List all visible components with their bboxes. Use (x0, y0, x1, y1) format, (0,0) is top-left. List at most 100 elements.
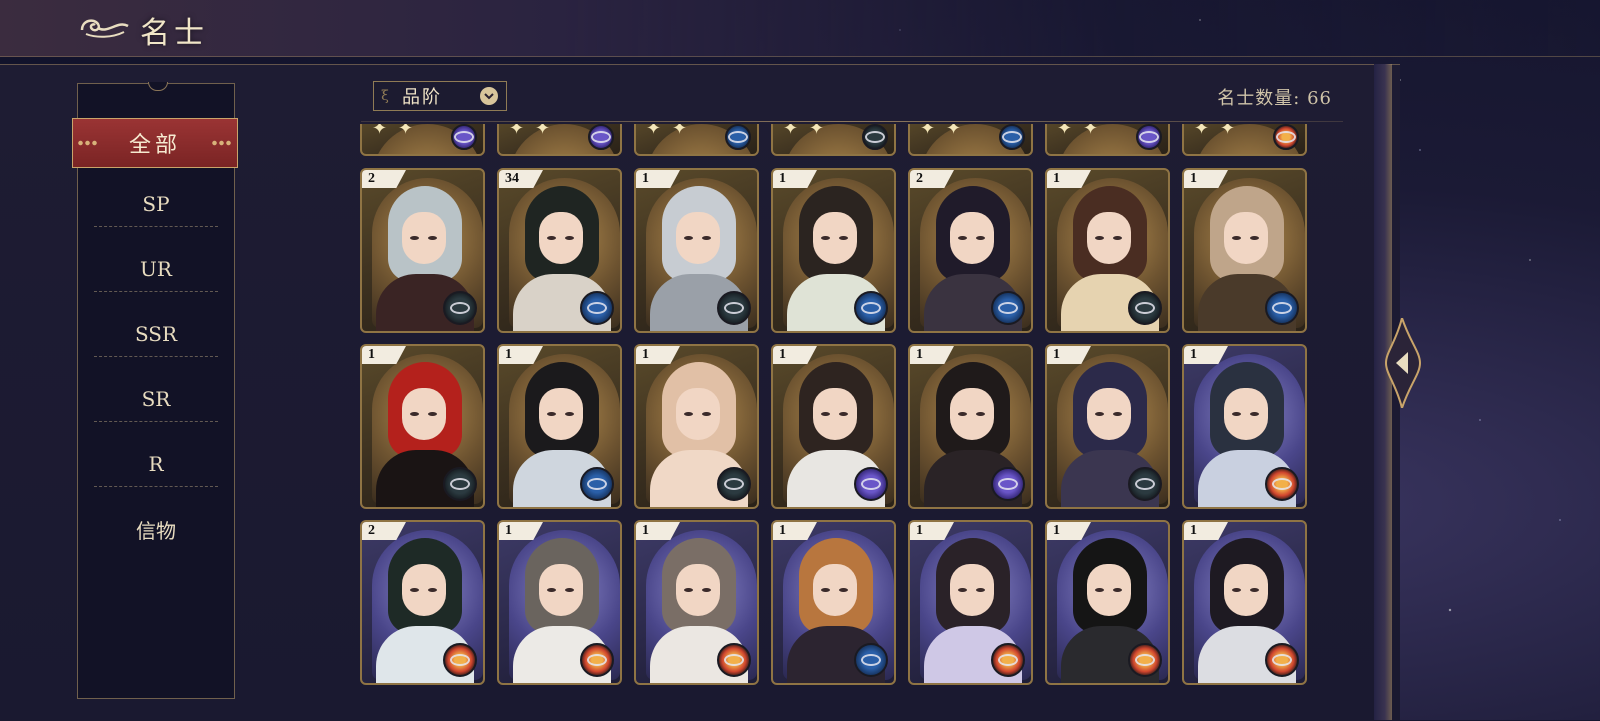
character-card[interactable]: ✦ ✦ (771, 124, 896, 156)
character-face (539, 388, 583, 440)
character-card[interactable]: 34 (497, 168, 622, 333)
orbit-ring-icon (724, 478, 744, 490)
character-eye (958, 412, 967, 416)
faction-orange-icon (443, 643, 477, 677)
dots-ornament (77, 140, 99, 146)
character-card[interactable]: 1 (1182, 520, 1307, 685)
character-face (950, 212, 994, 264)
sidebar-item-sr[interactable]: SR (94, 377, 218, 422)
character-eye (565, 588, 574, 592)
character-eye (1232, 588, 1241, 592)
character-card[interactable]: 1 (1045, 520, 1170, 685)
sparkle-icon: ✦ (809, 124, 825, 139)
orbit-ring-icon (450, 654, 470, 666)
character-card[interactable]: 1 (771, 168, 896, 333)
character-card[interactable]: ✦ ✦ (360, 124, 485, 156)
sparkle-icon: ✦ (1057, 124, 1073, 139)
character-face (676, 564, 720, 616)
character-face (950, 564, 994, 616)
character-card[interactable]: ✦ ✦ (1182, 124, 1307, 156)
title-bar: 名士 (0, 0, 1600, 57)
character-card[interactable]: 2 (360, 520, 485, 685)
faction-purple-icon (451, 124, 477, 150)
faction-silver-icon (1128, 291, 1162, 325)
character-card[interactable]: 1 (908, 344, 1033, 509)
faction-orange-icon (1265, 467, 1299, 501)
character-eye (428, 236, 437, 240)
character-card[interactable]: 1 (497, 520, 622, 685)
character-face (1224, 564, 1268, 616)
faction-purple-icon (588, 124, 614, 150)
orbit-ring-icon (998, 654, 1018, 666)
sidebar-item-sp[interactable]: SP (94, 182, 218, 227)
cloud-swirl-icon (80, 19, 129, 38)
character-card[interactable]: 1 (634, 344, 759, 509)
character-card[interactable]: 2 (360, 168, 485, 333)
character-card[interactable]: 1 (1045, 344, 1170, 509)
faction-orange-icon (1128, 643, 1162, 677)
chevron-down-icon (480, 87, 498, 105)
character-eye (1250, 588, 1259, 592)
rarity-filter-dropdown[interactable]: ξ 品阶 (373, 81, 507, 111)
sidebar-item-tokens[interactable]: 信物 (94, 507, 218, 551)
faction-orange-icon (1273, 124, 1299, 150)
character-eye (410, 236, 419, 240)
sparkle-icon: ✦ (920, 124, 936, 139)
orbit-ring-icon (1002, 131, 1022, 143)
faction-orange-icon (717, 643, 751, 677)
character-eye (1232, 236, 1241, 240)
sidebar-item-ur[interactable]: UR (94, 247, 218, 292)
faction-blue-icon (854, 643, 888, 677)
orbit-ring-icon (861, 654, 881, 666)
character-face (813, 212, 857, 264)
faction-silver-icon (1128, 467, 1162, 501)
character-card[interactable]: ✦ ✦ (497, 124, 622, 156)
faction-orange-icon (1265, 643, 1299, 677)
orbit-ring-icon (1272, 654, 1292, 666)
orbit-ring-icon (1135, 654, 1155, 666)
character-face (676, 212, 720, 264)
faction-silver-icon (862, 124, 888, 150)
faction-blue-icon (854, 291, 888, 325)
character-card[interactable]: 1 (1182, 344, 1307, 509)
character-eye (1232, 412, 1241, 416)
character-eye (839, 236, 848, 240)
orbit-ring-icon (454, 131, 474, 143)
character-card[interactable]: 1 (1182, 168, 1307, 333)
character-card[interactable]: 1 (771, 344, 896, 509)
character-card[interactable]: 1 (634, 168, 759, 333)
character-card[interactable]: 2 (908, 168, 1033, 333)
character-face (539, 564, 583, 616)
character-card[interactable]: 1 (360, 344, 485, 509)
orbit-ring-icon (1135, 302, 1155, 314)
character-eye (1095, 588, 1104, 592)
character-eye (1095, 412, 1104, 416)
collapse-panel-button[interactable] (1384, 318, 1422, 408)
faction-blue-icon (580, 291, 614, 325)
dots-ornament (211, 140, 233, 146)
sparkle-icon: ✦ (1220, 124, 1236, 139)
character-eye (958, 588, 967, 592)
character-card[interactable]: 1 (908, 520, 1033, 685)
character-face (402, 388, 446, 440)
character-card[interactable]: ✦ ✦ (908, 124, 1033, 156)
character-card[interactable]: ✦ ✦ (634, 124, 759, 156)
orbit-ring-icon (1272, 302, 1292, 314)
character-face (950, 388, 994, 440)
character-eye (1095, 236, 1104, 240)
sidebar-item-all[interactable]: 全部 (72, 118, 238, 168)
character-card[interactable]: 1 (1045, 168, 1170, 333)
sparkle-icon: ✦ (946, 124, 962, 139)
character-eye (839, 412, 848, 416)
character-card[interactable]: 1 (634, 520, 759, 685)
sparkle-icon: ✦ (672, 124, 688, 139)
character-face (813, 564, 857, 616)
character-card[interactable]: 1 (497, 344, 622, 509)
character-card[interactable]: ✦ ✦ (1045, 124, 1170, 156)
character-card[interactable]: 1 (771, 520, 896, 685)
character-face (676, 388, 720, 440)
faction-purple-icon (854, 467, 888, 501)
character-face (1087, 212, 1131, 264)
sidebar-item-r[interactable]: R (94, 442, 218, 487)
sidebar-item-ssr[interactable]: SSR (94, 312, 218, 357)
